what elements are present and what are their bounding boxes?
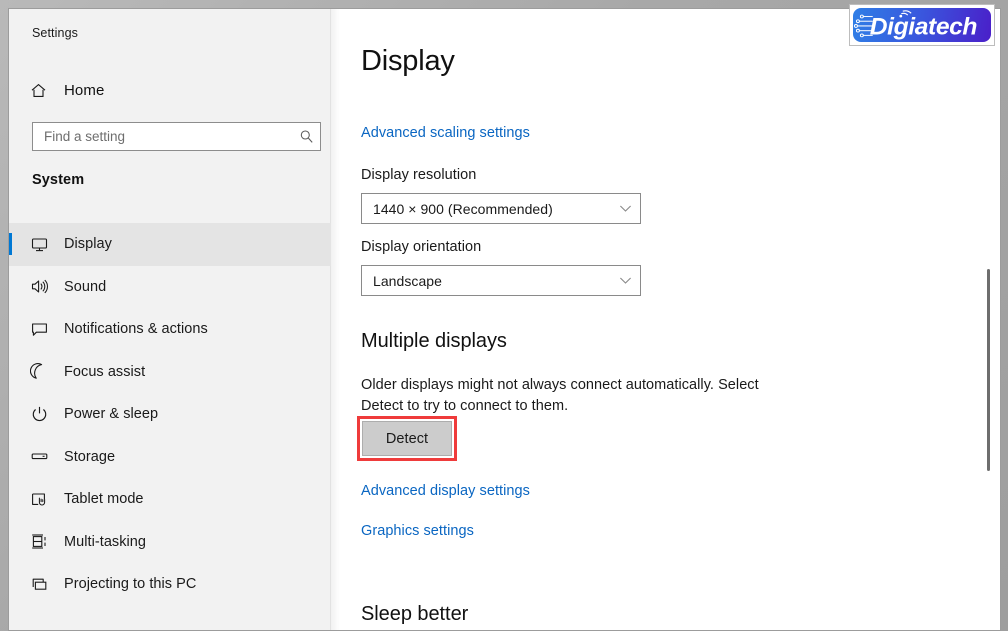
- sidebar-edge-shadow: [331, 9, 340, 630]
- sidebar-item-power-sleep[interactable]: Power & sleep: [9, 393, 331, 436]
- sidebar-item-tablet-mode[interactable]: Tablet mode: [9, 478, 331, 521]
- sidebar-item-multi-tasking[interactable]: Multi-tasking: [9, 521, 331, 564]
- main-content: Display Advanced scaling settings Displa…: [340, 9, 1000, 630]
- search-icon[interactable]: [292, 129, 320, 144]
- app-title: Settings: [32, 26, 78, 40]
- multiple-displays-description: Older displays might not always connect …: [361, 377, 759, 414]
- home-icon: [30, 82, 60, 99]
- tablet-hand-icon: [30, 490, 60, 509]
- display-orientation-value: Landscape: [373, 272, 442, 289]
- sidebar-item-projecting[interactable]: Projecting to this PC: [9, 563, 331, 606]
- logo-text: Digiatech: [870, 14, 977, 40]
- sidebar-item-focus-assist-label: Focus assist: [64, 363, 146, 380]
- graphics-settings-link[interactable]: Graphics settings: [361, 523, 474, 539]
- chevron-down-icon[interactable]: [610, 204, 640, 213]
- logo-graphic: Digiatech: [853, 10, 977, 40]
- desktop-background: Settings Home Find a setting System Disp…: [0, 0, 1008, 631]
- vertical-scrollbar[interactable]: [982, 9, 994, 630]
- chevron-down-icon[interactable]: [610, 276, 640, 285]
- monitor-icon: [30, 235, 60, 254]
- display-resolution-label: Display resolution: [361, 167, 477, 183]
- display-orientation-dropdown[interactable]: Landscape: [361, 265, 641, 296]
- display-resolution-dropdown[interactable]: 1440 × 900 (Recommended): [361, 193, 641, 224]
- display-resolution-value: 1440 × 900 (Recommended): [373, 200, 553, 217]
- notification-icon: [30, 320, 60, 339]
- sidebar-item-display-label: Display: [64, 236, 112, 253]
- sidebar-item-focus-assist[interactable]: Focus assist: [9, 351, 331, 394]
- power-icon: [30, 405, 60, 424]
- multitask-icon: [30, 532, 60, 551]
- sidebar-item-sound[interactable]: Sound: [9, 266, 331, 309]
- sidebar-item-tablet-mode-label: Tablet mode: [64, 491, 144, 508]
- advanced-scaling-settings-link[interactable]: Advanced scaling settings: [361, 125, 530, 141]
- projecting-icon: [30, 575, 60, 594]
- selected-indicator: [9, 233, 12, 255]
- sidebar-item-home-label: Home: [64, 81, 105, 99]
- sleep-better-heading: Sleep better: [361, 603, 469, 625]
- sidebar-item-multi-tasking-label: Multi-tasking: [64, 533, 147, 550]
- logo-card: Digiatech: [849, 4, 995, 46]
- moon-icon: [30, 362, 60, 381]
- sidebar-item-notifications[interactable]: Notifications & actions: [9, 308, 331, 351]
- display-orientation-label: Display orientation: [361, 239, 482, 255]
- settings-window: Settings Home Find a setting System Disp…: [8, 8, 1001, 631]
- sidebar-item-storage[interactable]: Storage: [9, 436, 331, 479]
- search-box[interactable]: [32, 122, 321, 151]
- sidebar-item-power-sleep-label: Power & sleep: [64, 406, 159, 423]
- drive-icon: [30, 447, 60, 466]
- sidebar-item-sound-label: Sound: [64, 278, 107, 295]
- speaker-icon: [30, 277, 60, 296]
- search-input[interactable]: [33, 129, 292, 144]
- sidebar-item-storage-label: Storage: [64, 448, 116, 465]
- detect-button[interactable]: Detect: [362, 421, 452, 456]
- sidebar-group-header: System: [32, 172, 85, 188]
- multiple-displays-heading: Multiple displays: [361, 330, 507, 352]
- sidebar-item-notifications-label: Notifications & actions: [64, 321, 208, 338]
- sidebar: Settings Home Find a setting System Disp…: [9, 9, 331, 630]
- sidebar-nav-list: Display Sound Notifications & actions Fo…: [9, 223, 331, 606]
- page-title: Display: [361, 45, 455, 77]
- sidebar-item-projecting-label: Projecting to this PC: [64, 576, 197, 593]
- advanced-display-settings-link[interactable]: Advanced display settings: [361, 483, 530, 499]
- scrollbar-thumb[interactable]: [987, 269, 990, 471]
- digiatech-logo: Digiatech: [853, 8, 991, 42]
- sidebar-item-display[interactable]: Display: [9, 223, 331, 266]
- sidebar-item-home[interactable]: Home: [9, 73, 331, 107]
